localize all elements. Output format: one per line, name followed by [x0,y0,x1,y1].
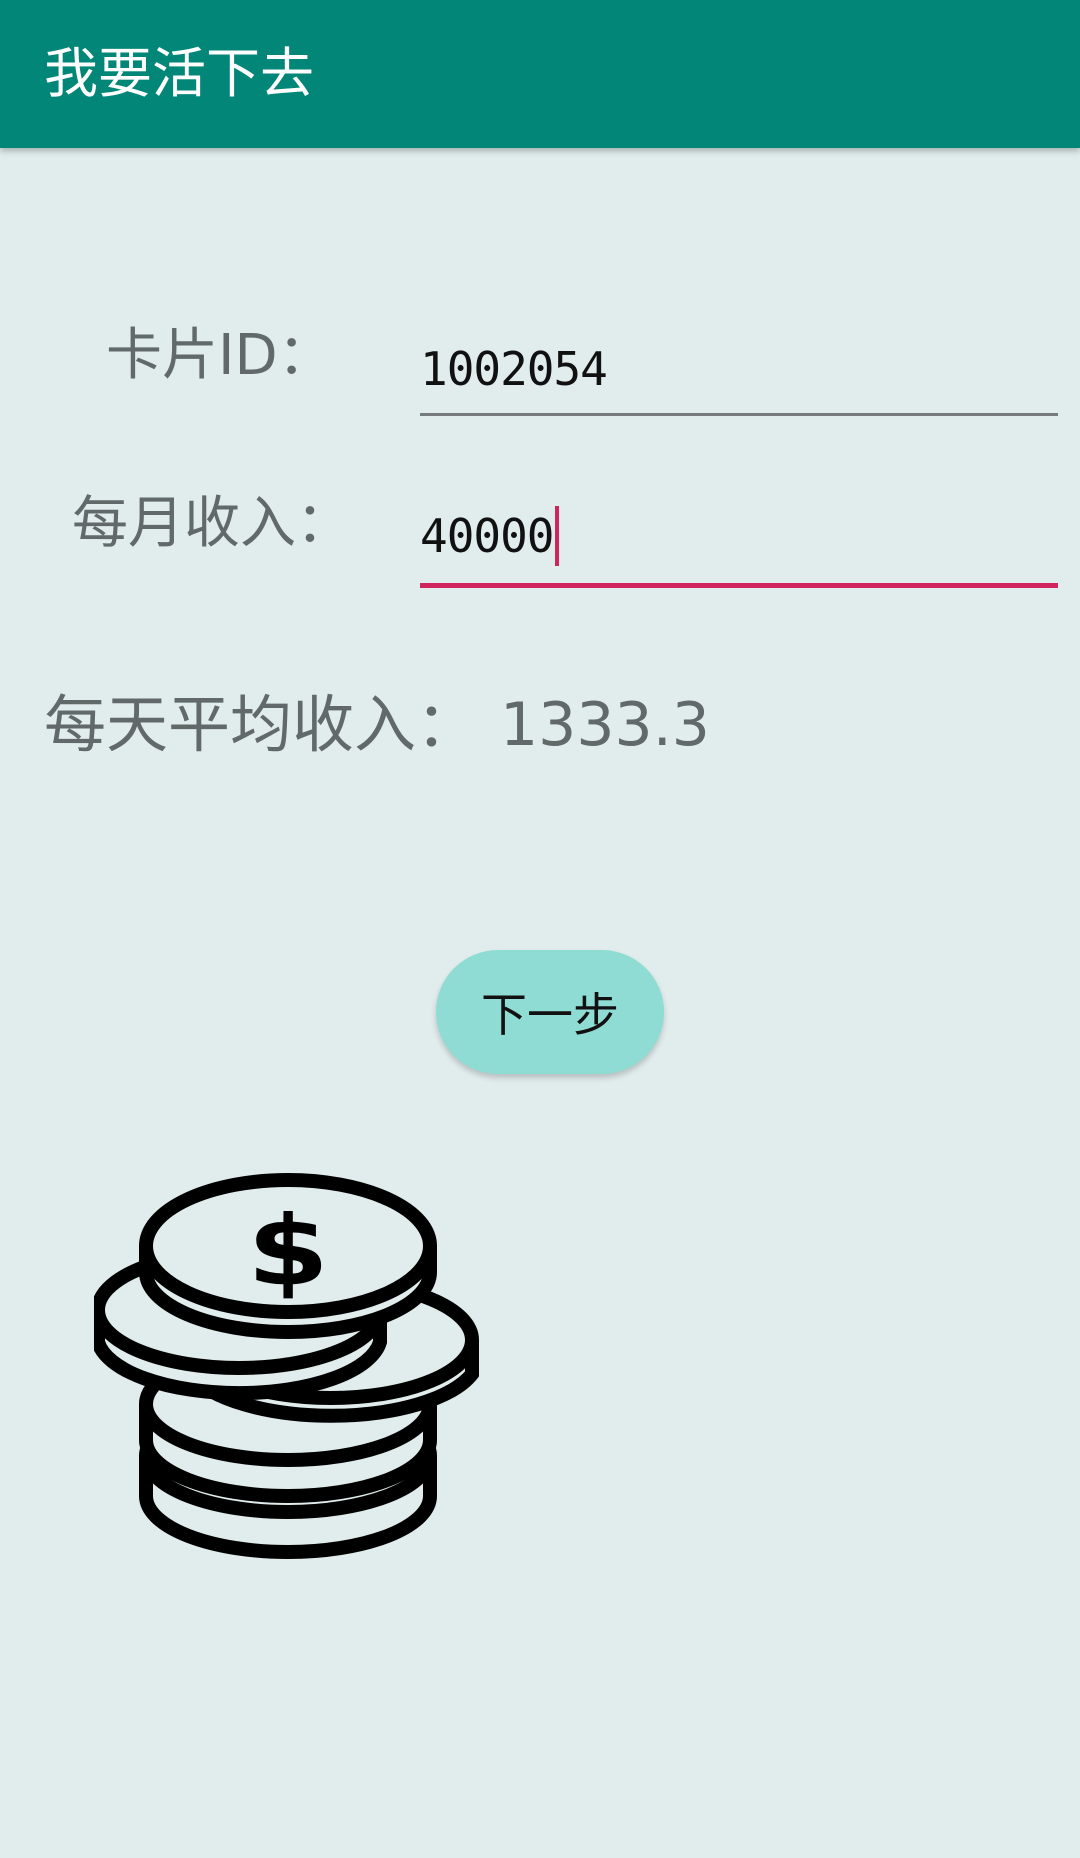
app-bar: 我要活下去 [0,0,1080,148]
daily-average-value: 1333.3 [500,690,710,760]
monthly-income-field[interactable]: 40000 [420,506,1058,588]
next-step-button[interactable]: 下一步 [436,950,664,1074]
monthly-income-underline [420,583,1058,588]
monthly-income-value-wrap: 40000 [420,506,560,566]
daily-average-label: 每天平均收入： [44,688,479,761]
card-id-underline [420,413,1058,416]
monthly-income-value: 40000 [420,508,554,563]
coin-stack-dollar-icon: $ [91,1160,486,1560]
text-caret [555,506,560,566]
card-id-field[interactable]: 1002054 [420,336,1058,416]
svg-text:$: $ [247,1196,329,1308]
app-title: 我要活下去 [44,42,314,105]
card-id-value: 1002054 [420,342,608,396]
monthly-income-label: 每月收入： [72,491,352,556]
card-id-label: 卡片ID： [106,323,334,388]
